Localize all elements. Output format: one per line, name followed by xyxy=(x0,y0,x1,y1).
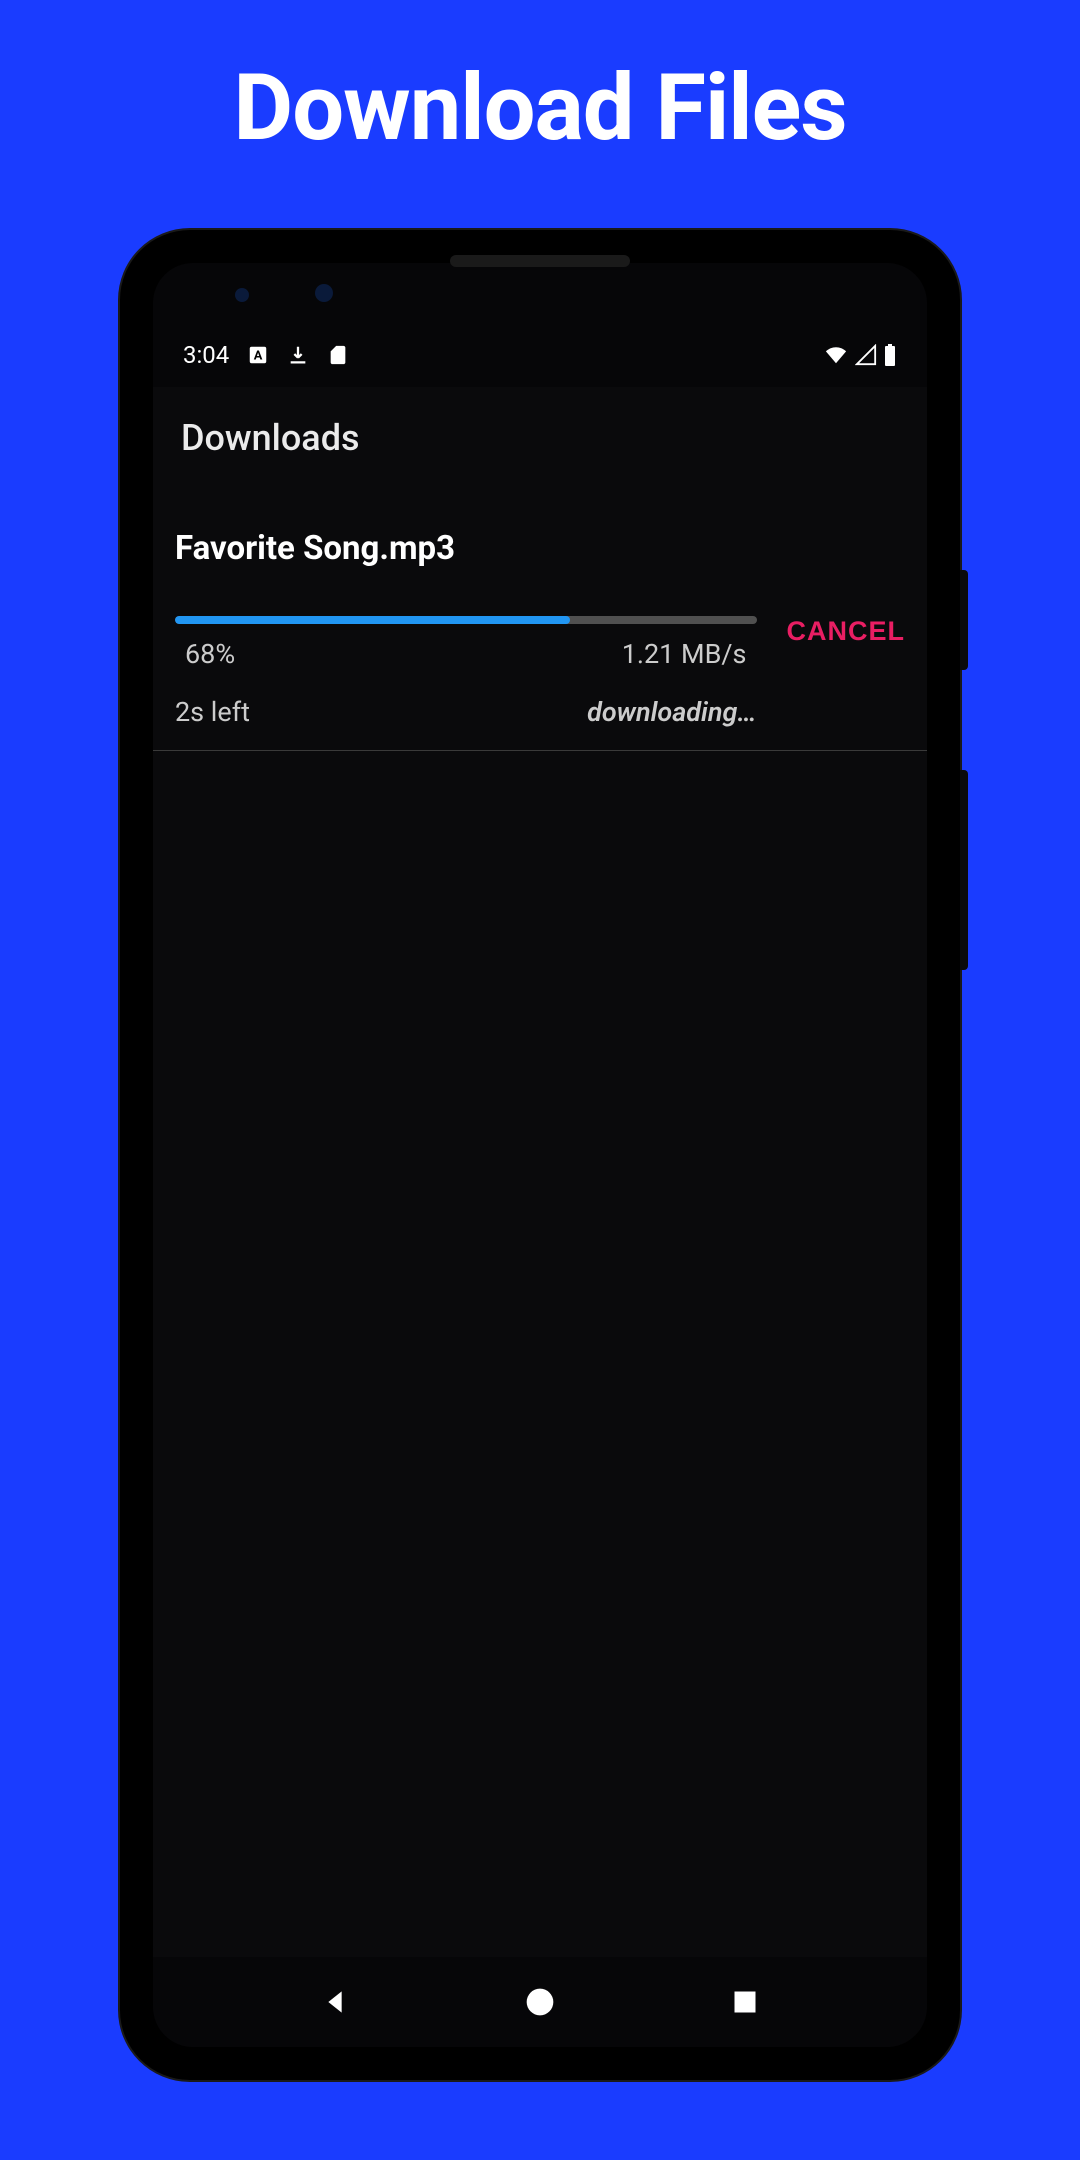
status-bar-right xyxy=(823,343,897,367)
download-status-row: 2s left downloading… xyxy=(175,696,757,728)
phone-screen: 3:04 A xyxy=(153,263,927,2047)
app-content: Downloads Favorite Song.mp3 68% 1.21 MB/… xyxy=(153,387,927,1957)
keyboard-icon: A xyxy=(247,344,269,366)
download-stats: 68% 1.21 MB/s xyxy=(175,638,757,670)
svg-text:A: A xyxy=(254,349,263,364)
status-bar-left: 3:04 A xyxy=(183,341,349,369)
back-button[interactable] xyxy=(285,1972,385,2032)
page-title: Downloads xyxy=(153,387,927,489)
progress-bar-fill xyxy=(175,616,570,624)
download-item: Favorite Song.mp3 68% 1.21 MB/s xyxy=(153,489,927,751)
recents-icon xyxy=(731,1988,759,2016)
cancel-button[interactable]: CANCEL xyxy=(787,616,906,647)
sd-card-icon xyxy=(327,344,349,366)
progress-percent: 68% xyxy=(185,638,235,670)
back-icon xyxy=(319,1986,351,2018)
download-info: 68% 1.21 MB/s 2s left downloading… xyxy=(175,616,757,728)
home-icon xyxy=(524,1986,556,2018)
phone-inner-frame: 3:04 A xyxy=(138,248,942,2062)
phone-camera-dot xyxy=(235,288,249,302)
download-icon xyxy=(287,344,309,366)
phone-side-button xyxy=(960,770,968,970)
progress-bar-track xyxy=(175,616,757,624)
home-button[interactable] xyxy=(490,1972,590,2032)
download-file-name: Favorite Song.mp3 xyxy=(175,529,905,568)
promo-title: Download Files xyxy=(233,55,846,162)
download-speed: 1.21 MB/s xyxy=(622,638,747,670)
phone-camera-dot xyxy=(315,284,333,302)
recents-button[interactable] xyxy=(695,1972,795,2032)
signal-icon xyxy=(855,344,877,366)
battery-icon xyxy=(883,343,897,367)
time-left: 2s left xyxy=(175,696,250,728)
phone-speaker xyxy=(450,255,630,267)
phone-side-button xyxy=(960,570,968,670)
download-status: downloading… xyxy=(587,696,756,728)
status-bar: 3:04 A xyxy=(153,333,927,377)
download-row: 68% 1.21 MB/s 2s left downloading… CANCE… xyxy=(175,616,905,728)
phone-frame: 3:04 A xyxy=(120,230,960,2080)
navigation-bar xyxy=(153,1957,927,2047)
wifi-icon xyxy=(823,344,849,366)
status-time: 3:04 xyxy=(183,341,229,369)
